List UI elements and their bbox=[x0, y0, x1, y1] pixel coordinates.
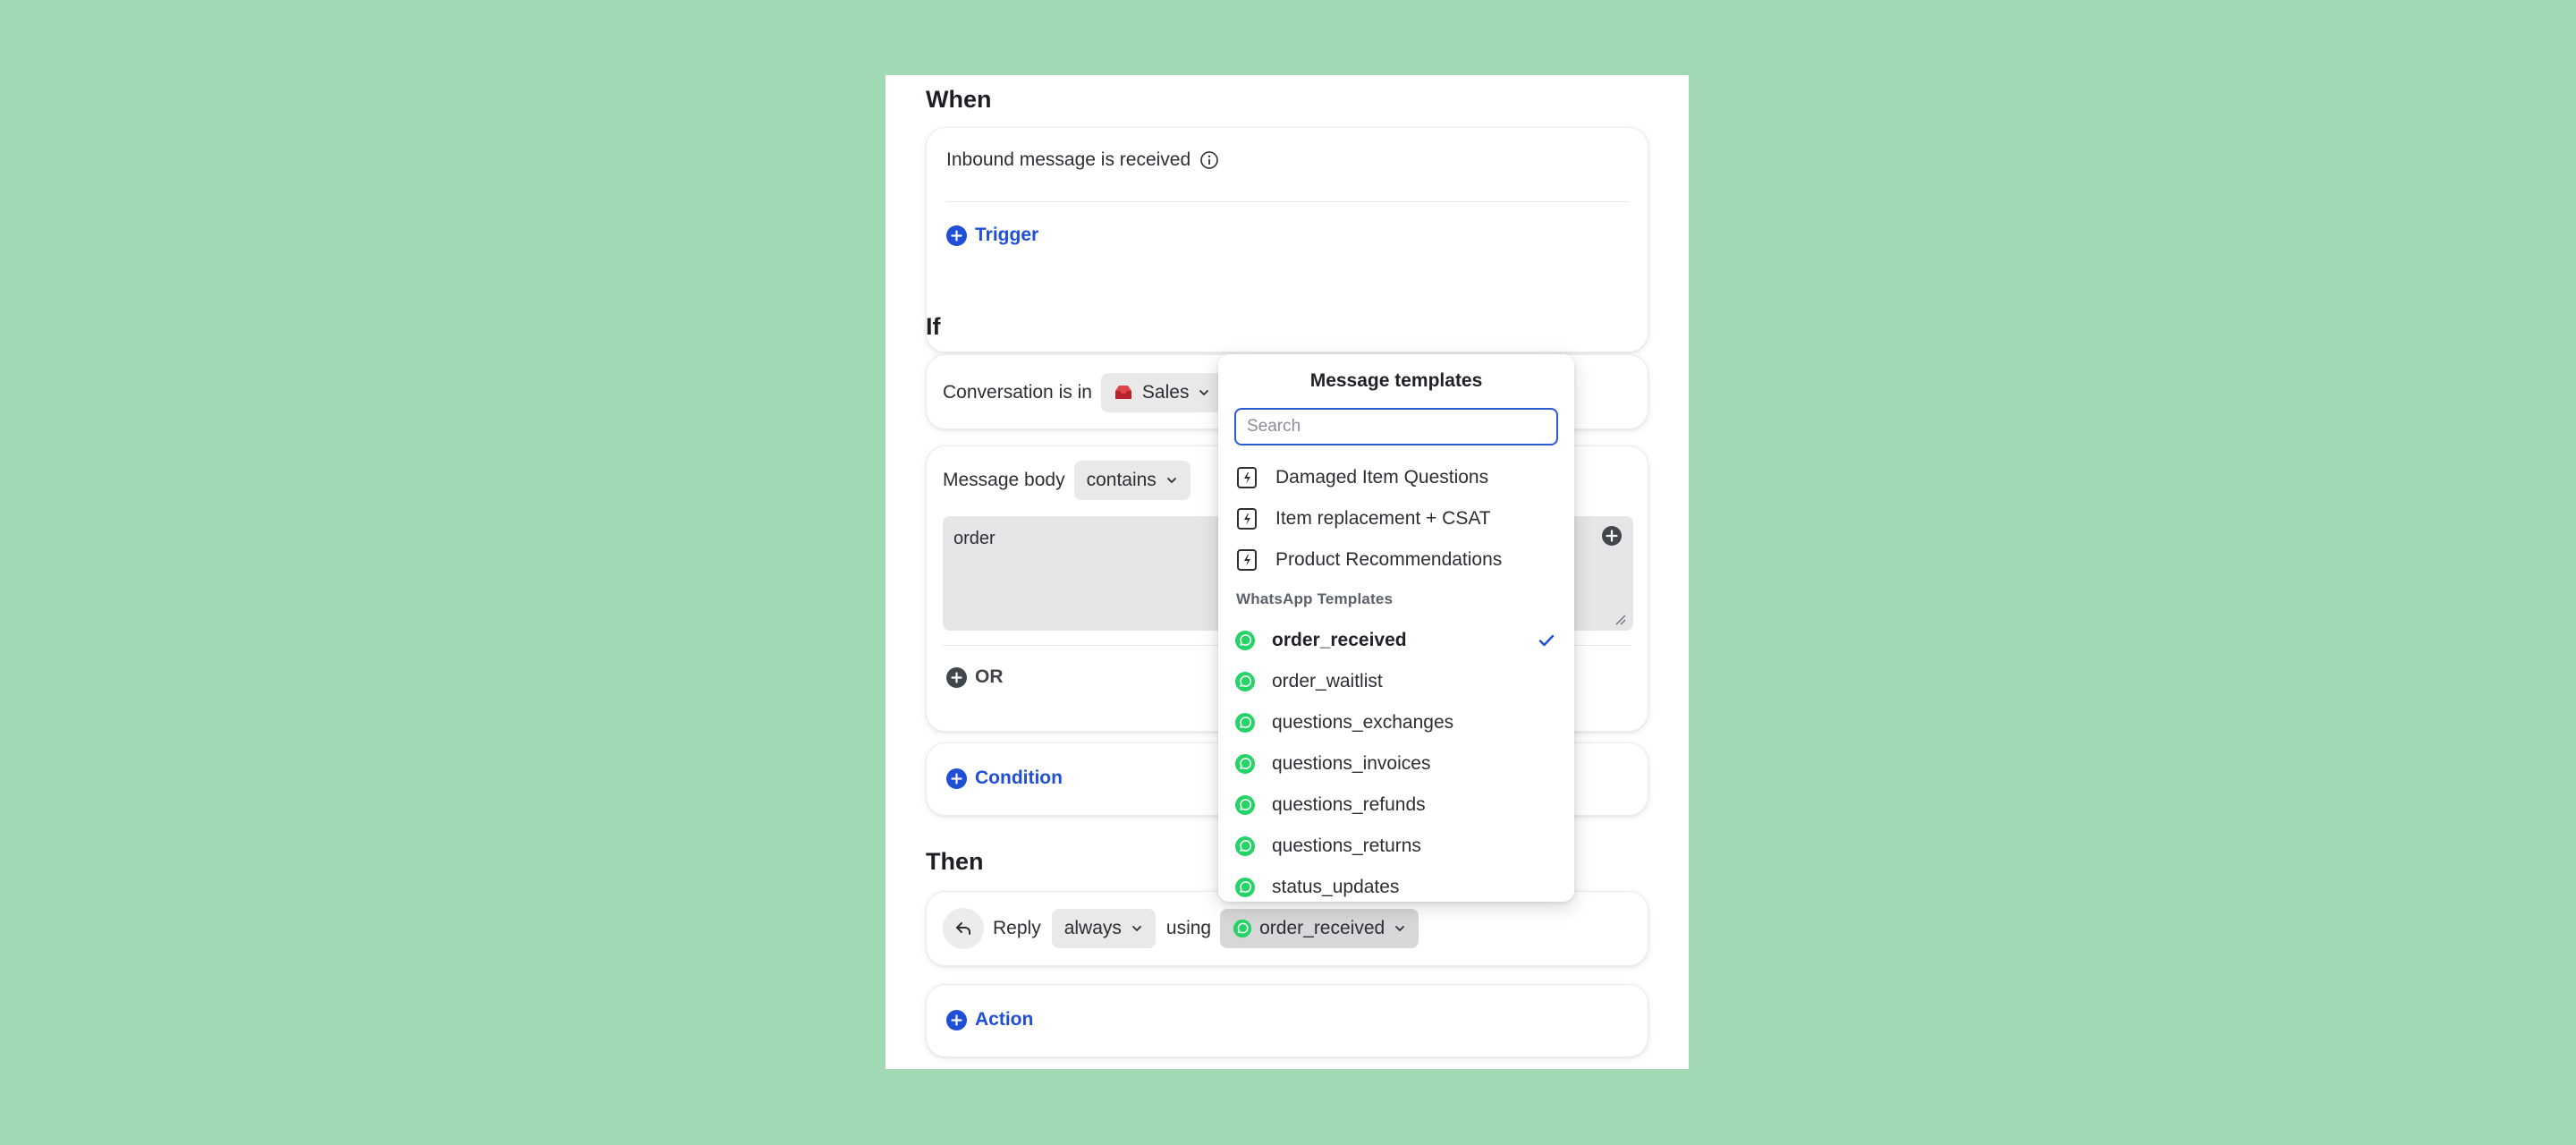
whatsapp-template-label: questions_refunds bbox=[1272, 794, 1426, 815]
template-item[interactable]: Damaged Item Questions bbox=[1234, 460, 1558, 496]
template-search-input[interactable] bbox=[1234, 408, 1558, 445]
whatsapp-template-item[interactable]: questions_returns bbox=[1234, 828, 1558, 864]
whatsapp-icon bbox=[1235, 795, 1255, 815]
template-item[interactable]: Product Recommendations bbox=[1234, 542, 1558, 578]
using-label: using bbox=[1165, 918, 1212, 938]
whatsapp-template-label: order_received bbox=[1272, 630, 1407, 650]
chevron-down-icon bbox=[1132, 926, 1141, 931]
template-item[interactable]: Item replacement + CSAT bbox=[1234, 501, 1558, 537]
operator-value: contains bbox=[1086, 470, 1157, 490]
add-trigger-label: Trigger bbox=[975, 225, 1039, 245]
whatsapp-template-item[interactable]: status_updates bbox=[1234, 869, 1558, 902]
add-action-button[interactable]: Action bbox=[946, 1009, 1033, 1030]
whatsapp-template-label: questions_returns bbox=[1272, 835, 1421, 856]
reply-action-card: Reply always using order_received bbox=[926, 891, 1648, 966]
plus-icon bbox=[946, 225, 967, 246]
add-variable-icon[interactable] bbox=[1601, 525, 1623, 547]
whatsapp-group-label: WhatsApp Templates bbox=[1236, 590, 1394, 607]
template-label: Product Recommendations bbox=[1275, 549, 1503, 570]
message-body-label: Message body bbox=[943, 470, 1065, 490]
frequency-select[interactable]: always bbox=[1051, 909, 1156, 948]
resize-handle-icon[interactable] bbox=[1614, 613, 1626, 625]
inbox-value: Sales bbox=[1141, 382, 1190, 403]
whatsapp-icon bbox=[1235, 631, 1255, 650]
whatsapp-template-item[interactable]: order_received bbox=[1234, 623, 1558, 658]
whatsapp-icon bbox=[1235, 672, 1255, 691]
if-section-title: If bbox=[926, 313, 941, 340]
whatsapp-template-label: questions_exchanges bbox=[1272, 712, 1454, 733]
whatsapp-template-item[interactable]: questions_invoices bbox=[1234, 746, 1558, 782]
add-condition-label: Condition bbox=[975, 768, 1063, 788]
add-or-button[interactable]: OR bbox=[946, 666, 1004, 688]
template-icon bbox=[1237, 508, 1257, 530]
plus-icon bbox=[946, 768, 967, 789]
add-action-label: Action bbox=[975, 1009, 1034, 1030]
whatsapp-template-label: questions_invoices bbox=[1272, 753, 1431, 774]
chevron-down-icon bbox=[1395, 926, 1405, 931]
template-icon bbox=[1237, 467, 1257, 488]
whatsapp-icon bbox=[1235, 836, 1255, 856]
chevron-down-icon bbox=[1199, 390, 1209, 395]
template-select[interactable]: order_received bbox=[1220, 909, 1419, 948]
inbox-select[interactable]: Sales bbox=[1100, 373, 1224, 412]
or-label: OR bbox=[975, 666, 1004, 687]
trigger-text: Inbound message is received bbox=[946, 149, 1191, 170]
frequency-value: always bbox=[1063, 918, 1122, 938]
checkmark-icon bbox=[1538, 634, 1555, 647]
add-condition-button[interactable]: Condition bbox=[946, 768, 1063, 789]
whatsapp-template-label: status_updates bbox=[1272, 877, 1400, 897]
add-action-card: Action bbox=[926, 984, 1648, 1057]
template-value: order_received bbox=[1259, 918, 1385, 938]
action-label: Reply bbox=[993, 918, 1041, 938]
when-divider bbox=[946, 201, 1628, 202]
template-label: Item replacement + CSAT bbox=[1275, 508, 1491, 529]
whatsapp-template-item[interactable]: questions_exchanges bbox=[1234, 705, 1558, 741]
whatsapp-icon bbox=[1235, 713, 1255, 733]
when-section-title: When bbox=[926, 86, 992, 113]
body-value-text: order bbox=[953, 529, 996, 548]
plus-icon bbox=[946, 666, 967, 688]
whatsapp-icon bbox=[1235, 754, 1255, 774]
dropdown-title: Message templates bbox=[1309, 370, 1483, 391]
chevron-down-icon bbox=[1166, 478, 1176, 483]
whatsapp-template-label: order_waitlist bbox=[1272, 671, 1383, 691]
info-icon[interactable] bbox=[1199, 150, 1219, 170]
then-section-title: Then bbox=[926, 848, 984, 875]
whatsapp-icon bbox=[1235, 878, 1255, 897]
conversation-label: Conversation is in bbox=[943, 382, 1092, 403]
add-trigger-button[interactable]: Trigger bbox=[946, 225, 1038, 246]
operator-select[interactable]: contains bbox=[1073, 461, 1191, 500]
plus-icon bbox=[946, 1009, 967, 1030]
when-card: Inbound message is received Trigger bbox=[926, 127, 1648, 352]
reply-icon bbox=[943, 908, 984, 949]
whatsapp-template-item[interactable]: order_waitlist bbox=[1234, 664, 1558, 700]
inbox-icon bbox=[1114, 384, 1133, 402]
whatsapp-icon bbox=[1233, 919, 1252, 938]
template-icon bbox=[1237, 549, 1257, 571]
template-label: Damaged Item Questions bbox=[1275, 467, 1489, 488]
whatsapp-template-item[interactable]: questions_refunds bbox=[1234, 787, 1558, 823]
message-templates-dropdown: Message templates Damaged Item Questions… bbox=[1218, 354, 1574, 902]
